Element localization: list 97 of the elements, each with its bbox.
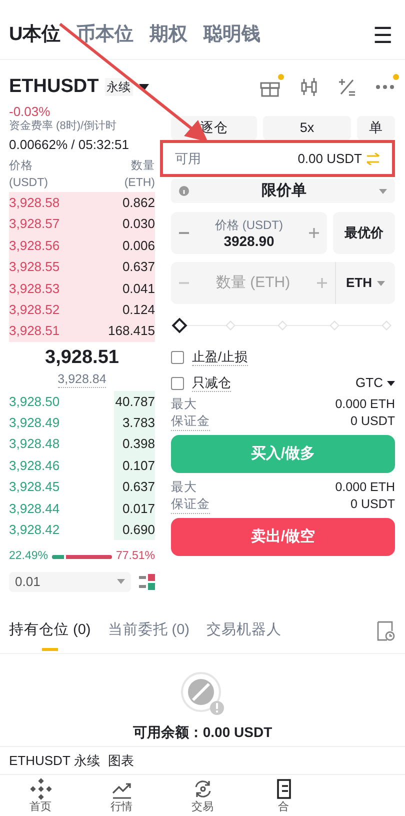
position-tab[interactable]: 交易机器人 (206, 610, 282, 653)
max-label: 最大 (171, 479, 197, 496)
quantity-cell: 3.783 (114, 412, 155, 434)
market-tab[interactable]: 聪明钱 (204, 21, 261, 50)
checkbox-label: 止盈/止损 (192, 348, 248, 366)
price-input-field[interactable]: 价格 (USDT) 3928.90 (171, 212, 327, 254)
margin-value: 0 USDT (350, 496, 395, 513)
price-cell: 3,928.55 (9, 256, 120, 278)
precision-select[interactable]: 0.01 (9, 572, 131, 592)
quantity-header: 数量 (131, 158, 155, 174)
quantity-cell: 0.637 (114, 476, 155, 498)
nav-tab[interactable]: 行情 (81, 778, 162, 814)
caret-icon (117, 579, 125, 584)
price-cell: 3,928.58 (9, 192, 120, 214)
checkbox[interactable] (171, 376, 184, 390)
quantity-cell: 0.690 (114, 519, 155, 540)
increase-icon[interactable] (309, 228, 319, 238)
price-cell: 3,928.56 (9, 234, 120, 256)
max-value: 0.000 ETH (335, 479, 395, 496)
price-header: 价格 (9, 158, 34, 174)
dropdown-caret-icon[interactable] (138, 84, 149, 91)
position-mode-button[interactable]: 单 (357, 116, 395, 140)
price-input-label: 价格 (USDT) (215, 217, 283, 233)
nav-tab[interactable]: 合 (243, 778, 324, 814)
max-label: 最大 (171, 396, 197, 413)
funding-rate-label: 资金费率 (8时)/倒计时 (9, 118, 118, 134)
candlestick-icon[interactable] (299, 77, 319, 97)
price-cell-text: 3,928.44 (9, 500, 61, 518)
price-unit: (USDT) (9, 176, 48, 192)
quantity-cell: 0.398 (114, 434, 155, 455)
price-cell-text: 3,928.49 (9, 414, 61, 432)
caret-icon (387, 380, 395, 386)
quantity-cell: 0.107 (114, 454, 155, 476)
empty-state-icon (180, 672, 224, 716)
price-cell-text: 3,928.46 (9, 456, 61, 475)
symbol-title: ETHUSDT (9, 75, 99, 99)
price-cell-text: 3,928.45 (9, 478, 61, 496)
position-tab[interactable]: 持有仓位 (0) (9, 610, 91, 653)
available-balance-text: 可用余额：0.00 USDT (132, 724, 272, 740)
quantity-cell: 0.124 (120, 298, 155, 320)
order-type-select[interactable]: 限价单 (171, 179, 395, 203)
margin-label: 保证金 (171, 496, 210, 514)
order-history-icon[interactable] (377, 621, 395, 642)
checkbox-label: 只减仓 (192, 374, 231, 392)
price-input-value: 3928.90 (224, 233, 274, 249)
nav-tab[interactable]: 首页 (0, 778, 81, 814)
price-cell: 3,928.51 (9, 320, 106, 342)
market-tab[interactable]: U本位 (9, 21, 61, 50)
contract-type: 永续 (104, 78, 133, 96)
margin-value: 0 USDT (350, 413, 395, 430)
checkbox[interactable] (171, 350, 184, 364)
margin-label: 保证金 (171, 413, 210, 431)
funding-rate-value: 0.00662% / 05:32:51 (9, 136, 130, 154)
nav-tab[interactable]: 交易 (162, 778, 243, 814)
diamond-logo-icon (30, 778, 52, 800)
buy-ratio: 22.49% (9, 549, 48, 564)
market-tab[interactable]: 期权 (150, 21, 188, 50)
unit-select[interactable]: ETH (335, 262, 395, 304)
quantity-unit: (ETH) (124, 176, 155, 192)
leverage-button[interactable]: 5x (263, 116, 351, 140)
quantity-cell: 0.041 (120, 278, 155, 299)
quantity-cell: 40.787 (114, 390, 155, 412)
transfer-arrows-icon[interactable] (366, 152, 380, 164)
calculator-icon[interactable] (337, 77, 357, 97)
position-tab[interactable]: 当前委托 (0) (108, 610, 190, 653)
available-value: 0.00 USDT (298, 150, 362, 168)
price-cell: 3,928.57 (9, 213, 120, 235)
caret-icon (377, 280, 385, 286)
sell-short-button[interactable]: 卖出/做空 (171, 518, 395, 556)
price-cell-text: 3,928.50 (9, 392, 61, 411)
quantity-cell: 168.415 (106, 320, 155, 342)
quantity-cell: 0.017 (114, 498, 155, 520)
max-value: 0.000 ETH (335, 396, 395, 413)
menu-button[interactable]: ☰ (373, 19, 393, 52)
time-in-force-select[interactable]: GTC (356, 373, 395, 393)
mark-price: 3,928.84 (58, 370, 106, 388)
available-label: 可用 (175, 150, 201, 168)
quantity-cell: 0.006 (120, 234, 155, 256)
last-price: 3,928.51 (45, 346, 119, 370)
layout-toggle-icon[interactable] (139, 574, 155, 590)
quantity-cell: 0.030 (120, 213, 155, 235)
chart-link[interactable]: 图表 (108, 750, 134, 770)
price-cell-text: 3,928.42 (9, 521, 61, 540)
caret-icon (379, 188, 387, 194)
quantity-cell: 0.637 (120, 256, 155, 278)
price-cell-text: 3,928.48 (9, 435, 61, 454)
more-icon[interactable] (375, 84, 395, 90)
quantity-cell: 0.862 (120, 192, 155, 214)
info-icon (179, 186, 189, 196)
price-cell: 3,928.53 (9, 278, 120, 299)
symbol-label: ETHUSDT 永续 (9, 752, 100, 770)
sell-ratio: 77.51% (116, 549, 155, 564)
document-icon (276, 778, 292, 800)
price-change: -0.03% (9, 102, 52, 120)
best-price-button[interactable]: 最优价 (333, 212, 395, 254)
market-tab[interactable]: 币本位 (76, 21, 134, 50)
price-cell: 3,928.52 (9, 298, 120, 320)
